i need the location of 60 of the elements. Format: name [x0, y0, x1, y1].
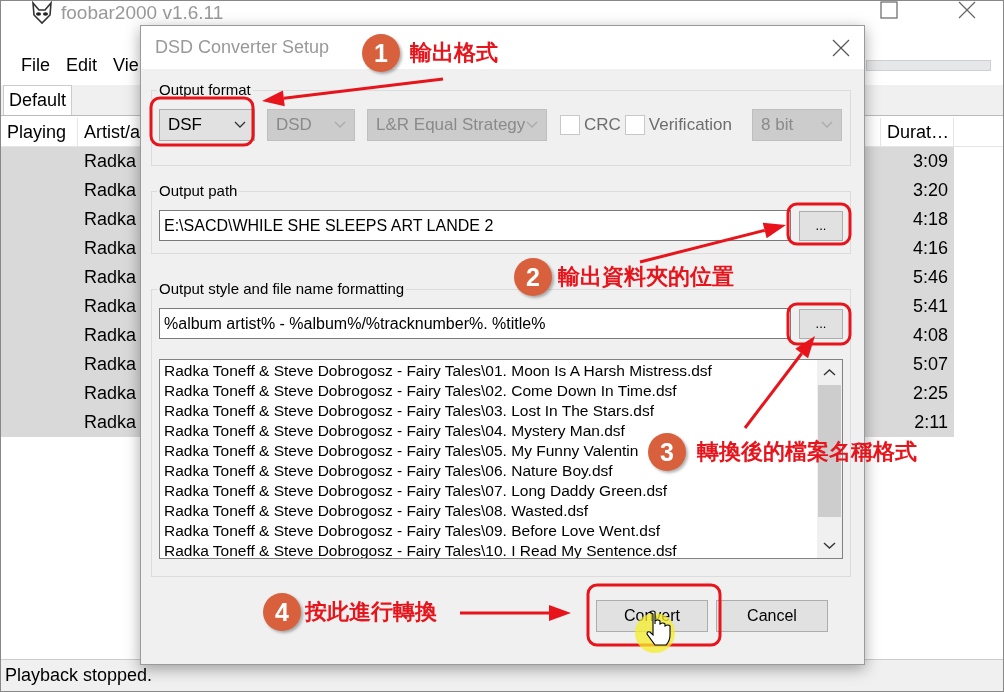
table-cell-text: 4:18 [911, 208, 949, 231]
list-item: Radka Toneff & Steve Dobrogosz - Fairy Tales\08. Wasted.dsf [164, 501, 589, 521]
table-cell-text: 5:46 [911, 266, 949, 289]
column-header[interactable]: Playing [1, 118, 78, 146]
close-icon[interactable] [958, 1, 976, 19]
cancel-button[interactable]: Cancel [716, 600, 828, 632]
seek-bar[interactable] [866, 59, 991, 71]
menu-item[interactable]: Vie [113, 51, 139, 79]
group-label: Output format [158, 81, 252, 99]
text-field[interactable]: %album artist% - %album%/%tracknumber%. %title% [159, 308, 791, 339]
list-item: Radka Toneff & Steve Dobrogosz - Fairy Tales\02. Come Down In Time.dsf [164, 381, 677, 401]
table-cell-text: 3:09 [911, 150, 949, 173]
annotation-label: 轉換後的檔案名稱格式 [697, 438, 917, 466]
list-item: Radka Toneff & Steve Dobrogosz - Fairy Tales\06. Nature Boy.dsf [164, 461, 613, 481]
chevron-icon[interactable] [234, 121, 246, 129]
annotation-label: 按此進行轉換 [305, 598, 437, 626]
menu-item[interactable]: Edit [66, 51, 98, 79]
dialog-title: DSD Converter Setup [155, 36, 330, 59]
table-cell-text: 5:41 [911, 295, 949, 318]
table-cell-text: Radka [83, 411, 138, 434]
checkbox-label: Verification [648, 114, 732, 137]
alien-head-icon [31, 1, 53, 25]
checkbox-label: CRC [584, 114, 621, 137]
table-cell-text: Radka [83, 266, 138, 289]
list-item: Radka Toneff & Steve Dobrogosz - Fairy Tales\09. Before Love Went.dsf [164, 521, 660, 541]
table-cell-text: Radka [83, 324, 138, 347]
annotation-label: 輸出格式 [410, 39, 498, 67]
table-cell-text: Radka [83, 179, 138, 202]
list-item: Radka Toneff & Steve Dobrogosz - Fairy Tales\07. Long Daddy Green.dsf [164, 481, 668, 501]
table-cell-text: Radka [83, 295, 138, 318]
list-item: Radka Toneff & Steve Dobrogosz - Fairy Tales\04. Mystery Man.dsf [164, 421, 625, 441]
list-item: Radka Toneff & Steve Dobrogosz - Fairy Tales\03. Lost In The Stars.dsf [164, 401, 654, 421]
browse-button[interactable]: ... [799, 308, 843, 339]
table-cell-text: 2:25 [911, 382, 949, 405]
dropdown[interactable]: DSF [159, 109, 255, 141]
close-icon[interactable] [832, 38, 850, 57]
list-item: Radka Toneff & Steve Dobrogosz - Fairy Tales\05. My Funny Valentin [164, 441, 639, 461]
menu-item[interactable]: File [21, 51, 50, 79]
table-cell-text: Radka [83, 208, 138, 231]
table-cell-text: 3:20 [911, 179, 949, 202]
list-item: Radka Toneff & Steve Dobrogosz - Fairy Tales\01. Moon Is A Harsh Mistress.dsf [164, 361, 712, 381]
browse-button[interactable]: ... [799, 210, 843, 241]
maximize-icon[interactable] [880, 1, 898, 19]
table-cell-text: Radka [83, 237, 138, 260]
highlight-frame [786, 302, 852, 346]
table-cell-text: 4:16 [911, 237, 949, 260]
table-cell-text: Radka [83, 353, 138, 376]
table-cell-text: Radka [83, 150, 138, 173]
window-title: foobar2000 v1.6.11 [61, 1, 224, 25]
column-header[interactable]: Durat… [881, 118, 954, 146]
text-field[interactable]: E:\SACD\WHILE SHE SLEEPS ART LANDE 2 [159, 210, 791, 241]
table-cell-text: 4:08 [911, 324, 949, 347]
table-cell-text: 2:11 [913, 411, 949, 434]
table-cell-text: Radka [83, 382, 138, 405]
highlight-frame [786, 202, 852, 246]
group-label: Output style and file name formatting [158, 280, 406, 298]
playlist-tab[interactable]: Default [3, 85, 73, 115]
annotation-label: 輸出資料夾的位置 [558, 263, 734, 291]
group-label: Output path [158, 182, 239, 200]
table-cell-text: 5:07 [911, 353, 949, 376]
